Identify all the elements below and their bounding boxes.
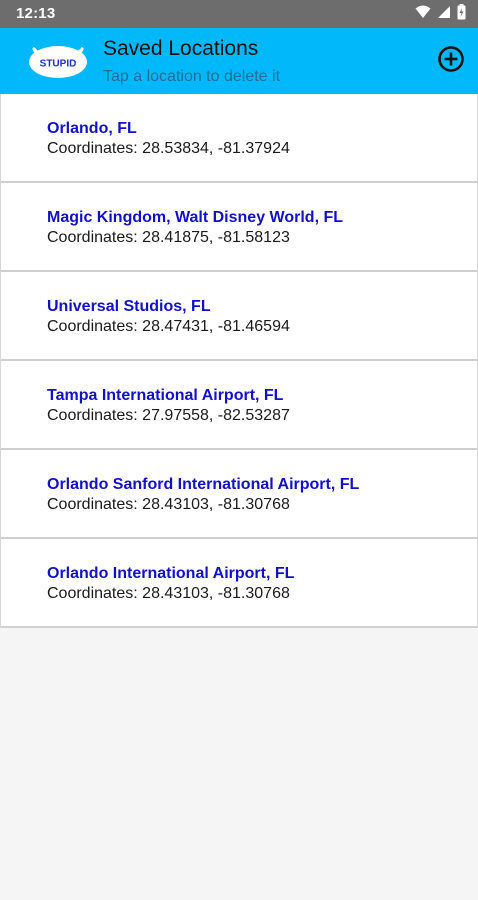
location-name: Orlando, FL	[47, 120, 137, 137]
location-coordinates: Coordinates: 28.53834, -81.37924	[47, 138, 477, 160]
location-coordinates: Coordinates: 28.43103, -81.30768	[47, 583, 477, 605]
coordinates-value: 28.43103, -81.30768	[142, 496, 290, 513]
coordinates-value: 28.53834, -81.37924	[142, 140, 290, 157]
add-location-button[interactable]	[433, 43, 469, 79]
status-time: 12:13	[16, 5, 56, 22]
coordinates-label: Coordinates:	[47, 407, 138, 424]
location-item-tampa-airport[interactable]: Tampa International Airport, FL Coordina…	[0, 361, 478, 450]
status-bar: 12:13	[0, 0, 478, 28]
wifi-icon	[415, 5, 431, 24]
page-subtitle: Tap a location to delete it	[103, 68, 281, 85]
location-coordinates: Coordinates: 28.43103, -81.30768	[47, 494, 477, 516]
page-title: Saved Locations	[103, 37, 259, 60]
add-circle-icon	[437, 45, 465, 78]
coordinates-label: Coordinates:	[47, 585, 138, 602]
coordinates-value: 28.47431, -81.46594	[142, 318, 290, 335]
status-icons	[415, 3, 466, 25]
coordinates-label: Coordinates:	[47, 140, 138, 157]
location-coordinates: Coordinates: 28.47431, -81.46594	[47, 316, 477, 338]
location-name: Magic Kingdom, Walt Disney World, FL	[47, 209, 344, 226]
battery-icon	[457, 3, 466, 25]
location-name: Orlando International Airport, FL	[47, 565, 295, 582]
location-item-orlando-airport[interactable]: Orlando International Airport, FL Coordi…	[0, 539, 478, 628]
location-item-sanford-airport[interactable]: Orlando Sanford International Airport, F…	[0, 450, 478, 539]
location-name: Orlando Sanford International Airport, F…	[47, 476, 360, 493]
location-item-magic-kingdom[interactable]: Magic Kingdom, Walt Disney World, FL Coo…	[0, 183, 478, 272]
location-name: Tampa International Airport, FL	[47, 387, 284, 404]
svg-text:STUPID: STUPID	[40, 59, 77, 70]
location-name: Universal Studios, FL	[47, 298, 211, 315]
cell-signal-icon	[437, 5, 451, 24]
location-item-orlando[interactable]: Orlando, FL Coordinates: 28.53834, -81.3…	[0, 94, 478, 183]
coordinates-value: 27.97558, -82.53287	[142, 407, 290, 424]
coordinates-label: Coordinates:	[47, 318, 138, 335]
app-bar: STUPID Saved Locations Tap a location to…	[0, 28, 478, 94]
location-coordinates: Coordinates: 27.97558, -82.53287	[47, 405, 477, 427]
location-coordinates: Coordinates: 28.41875, -81.58123	[47, 227, 477, 249]
coordinates-value: 28.43103, -81.30768	[142, 585, 290, 602]
coordinates-value: 28.41875, -81.58123	[142, 229, 290, 246]
coordinates-label: Coordinates:	[47, 496, 138, 513]
location-item-universal-studios[interactable]: Universal Studios, FL Coordinates: 28.47…	[0, 272, 478, 361]
coordinates-label: Coordinates:	[47, 229, 138, 246]
app-logo: STUPID	[28, 45, 88, 79]
saved-locations-list: Orlando, FL Coordinates: 28.53834, -81.3…	[0, 94, 478, 628]
